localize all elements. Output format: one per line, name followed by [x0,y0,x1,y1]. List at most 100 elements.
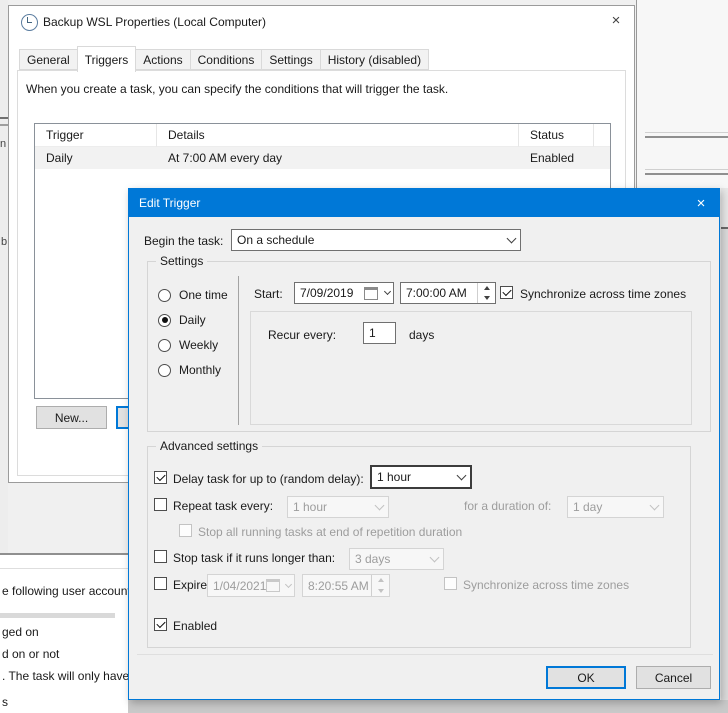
bg-account-text: s [2,695,8,709]
spinner-down-icon[interactable] [478,293,495,303]
stop-task-checkbox[interactable] [154,550,167,563]
delay-task-select[interactable]: 1 hour [370,465,472,489]
tab-strip: General Triggers Actions Conditions Sett… [19,49,428,72]
expire-date-picker: 1/04/2021 [207,574,295,597]
radio-weekly[interactable]: Weekly [158,338,218,352]
expire-time-value: 8:20:55 AM [303,579,371,593]
bg-account-text: e following user account [2,584,128,598]
chevron-down-icon [425,549,443,569]
tab-general[interactable]: General [19,49,78,70]
chevron-down-icon [370,497,388,517]
spinner-up-icon [372,575,389,586]
task-scheduler-clock-icon [21,14,38,31]
start-time-value: 7:00:00 AM [401,286,477,300]
tab-history[interactable]: History (disabled) [320,49,429,70]
repeat-task-label: Repeat task every: [173,499,273,513]
duration-value: 1 day [568,500,645,514]
radio-monthly[interactable]: Monthly [158,363,221,377]
tab-label: Settings [269,53,312,67]
trigger-table-header: Trigger Details Status [35,124,610,147]
advanced-settings-group: Advanced settings Delay task for up to (… [147,446,691,648]
properties-dialog-title: Backup WSL Properties (Local Computer) [43,15,266,29]
begin-task-select[interactable]: On a schedule [231,229,521,251]
cancel-button[interactable]: Cancel [636,666,711,689]
settings-divider [238,276,239,425]
ok-button[interactable]: OK [546,666,626,689]
tab-label: Actions [143,53,182,67]
expire-sync-checkbox [444,577,457,590]
bg-line [0,117,8,119]
trigger-row[interactable]: Daily At 7:00 AM every day Enabled [35,147,610,169]
edit-trigger-titlebar: Edit Trigger [129,189,719,217]
radio-selected-icon [158,314,171,327]
bg-account-text: . The task will only have [2,669,128,683]
start-label: Start: [254,287,283,301]
daily-options-panel: Recur every: 1 days [250,311,692,425]
settings-group: Settings One time Daily Weekly Monthly S… [147,261,711,432]
chevron-down-icon [381,283,393,303]
bg-account-text: ged on [2,625,39,639]
stop-all-tasks-label: Stop all running tasks at end of repetit… [198,525,462,539]
bg-text-fragment: b [1,236,7,248]
tab-label: General [27,53,70,67]
bg-band [0,613,115,618]
close-icon[interactable]: × [689,193,713,213]
radio-icon [158,339,171,352]
delay-task-checkbox[interactable] [154,471,167,484]
expire-checkbox[interactable] [154,577,167,590]
tab-label: Conditions [198,53,255,67]
column-header-status[interactable]: Status [519,124,594,147]
sync-timezones-checkbox[interactable] [500,286,513,299]
chevron-down-icon [452,467,470,487]
bg-account-text: d on or not [2,647,59,661]
status-cell: Enabled [519,147,594,169]
start-date-value: 7/09/2019 [295,286,364,300]
footer-separator [137,654,713,655]
radio-icon [158,289,171,302]
bg-line [645,173,728,175]
tab-actions[interactable]: Actions [135,49,190,70]
background-left-strip: n b [0,0,8,553]
start-time-spinner[interactable]: 7:00:00 AM [400,282,496,304]
bg-line [645,132,728,133]
stop-task-select: 3 days [349,548,444,570]
radio-label: Weekly [179,338,218,352]
radio-icon [158,364,171,377]
repeat-task-select: 1 hour [287,496,389,518]
new-trigger-button[interactable]: New... [36,406,107,429]
trigger-cell: Daily [35,147,157,169]
tab-conditions[interactable]: Conditions [190,49,263,70]
stop-all-tasks-checkbox [179,524,192,537]
start-date-picker[interactable]: 7/09/2019 [294,282,394,304]
recur-every-input[interactable]: 1 [363,322,396,344]
tab-settings[interactable]: Settings [261,49,320,70]
enabled-checkbox[interactable] [154,618,167,631]
tab-triggers[interactable]: Triggers [77,46,137,72]
radio-label: Daily [179,313,206,327]
radio-label: One time [179,288,228,302]
settings-group-label: Settings [156,254,207,268]
bg-line [0,568,128,569]
column-header-trigger[interactable]: Trigger [35,124,157,147]
repeat-task-checkbox[interactable] [154,498,167,511]
edit-trigger-title: Edit Trigger [139,196,200,210]
close-icon[interactable]: × [604,10,628,30]
repeat-task-value: 1 hour [288,500,370,514]
calendar-icon [364,287,378,300]
radio-one-time[interactable]: One time [158,288,228,302]
bg-shade [721,229,728,713]
radio-label: Monthly [179,363,221,377]
delay-task-label: Delay task for up to (random delay): [173,472,364,486]
tab-label: Triggers [85,53,129,67]
radio-daily[interactable]: Daily [158,313,206,327]
stop-task-label: Stop task if it runs longer than: [173,551,335,565]
spinner-control[interactable] [477,283,495,303]
column-header-details[interactable]: Details [157,124,519,147]
spinner-up-icon[interactable] [478,283,495,293]
spinner-control [371,575,389,596]
bg-text-fragment: n [0,138,6,150]
recur-unit-label: days [409,328,434,342]
chevron-down-icon [283,575,294,596]
spinner-down-icon [372,586,389,597]
triggers-description: When you create a task, you can specify … [26,82,448,96]
